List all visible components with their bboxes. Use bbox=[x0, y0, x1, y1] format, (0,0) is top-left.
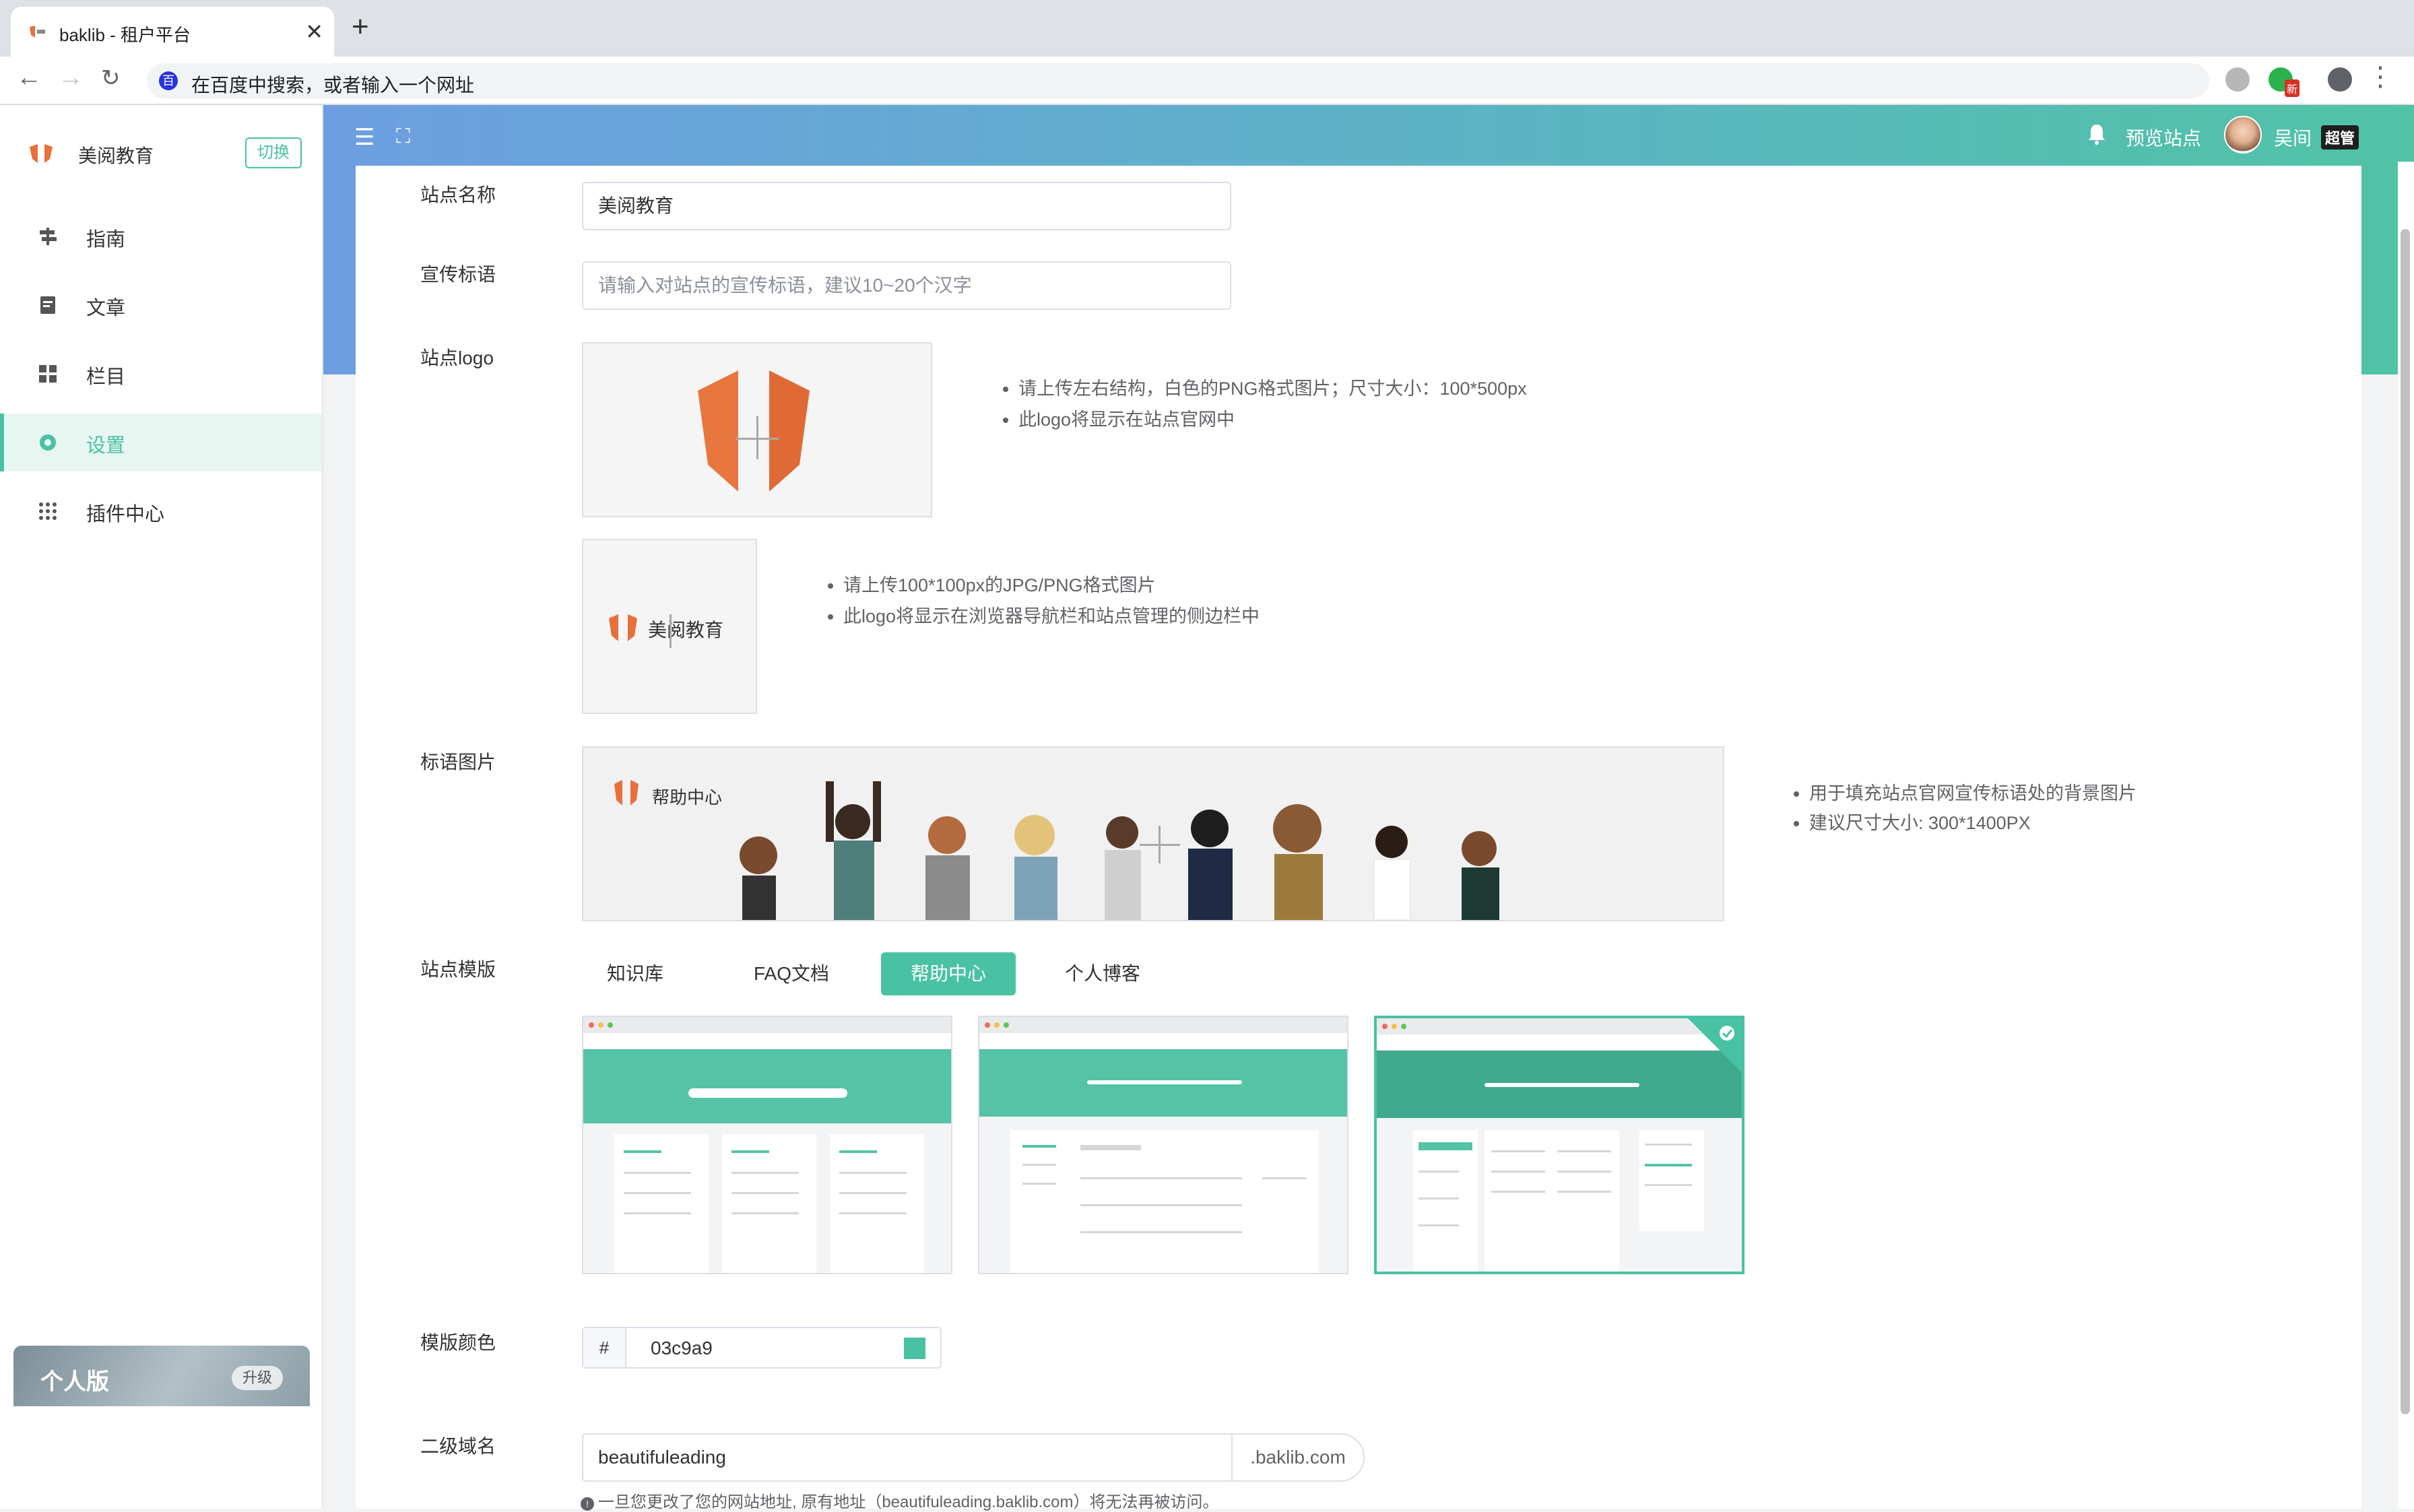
grid-icon bbox=[39, 365, 57, 383]
slogan-label: 宣传标语 bbox=[420, 264, 496, 285]
scrollbar-thumb[interactable] bbox=[2401, 229, 2410, 1414]
preview-site-link[interactable]: 预览站点 bbox=[2126, 124, 2201, 151]
tip-item: 用于填充站点官网宣传标语处的背景图片 bbox=[1809, 779, 2136, 808]
template-thumbnail[interactable] bbox=[978, 1016, 1348, 1274]
slogan-input[interactable]: 请输入对站点的宣传标语，建议10~20个汉字 bbox=[582, 261, 1231, 310]
favicon-text: 美阅教育 bbox=[648, 620, 724, 640]
brand-logo-large-icon bbox=[698, 370, 810, 492]
upload-plus-icon bbox=[1159, 826, 1161, 863]
upload-plus-icon bbox=[756, 416, 758, 459]
baidu-search-icon: 百 bbox=[159, 71, 178, 90]
profile-icon[interactable] bbox=[2328, 67, 2352, 92]
tip-item: 建议尺寸大小: 300*1400PX bbox=[1809, 808, 2136, 838]
color-label: 模版颜色 bbox=[420, 1332, 496, 1353]
role-badge: 超管 bbox=[2321, 125, 2359, 150]
sidebar-item-plugins[interactable]: 插件中心 bbox=[0, 482, 322, 540]
tip-item: 请上传左右结构，白色的PNG格式图片；尺寸大小：100*500px bbox=[1018, 373, 1527, 404]
template-thumbnail[interactable] bbox=[582, 1016, 952, 1274]
tip-item: 此logo将显示在浏览器导航栏和站点管理的侧边栏中 bbox=[843, 601, 1260, 632]
tab-help-center[interactable]: 帮助中心 bbox=[881, 952, 1016, 995]
tip-item: 请上传100*100px的JPG/PNG格式图片 bbox=[843, 570, 1260, 601]
subdomain-input[interactable]: beautifuleading .baklib.com bbox=[582, 1433, 1365, 1482]
fullscreen-icon[interactable]: ⛶ bbox=[396, 125, 410, 148]
sidebar-item-label: 栏目 bbox=[86, 366, 126, 388]
favicon-tips: 请上传100*100px的JPG/PNG格式图片 此logo将显示在浏览器导航栏… bbox=[820, 570, 1260, 632]
plan-card: 个人版 升级 bbox=[13, 1346, 310, 1406]
extension-chat-icon[interactable]: 新 bbox=[2269, 67, 2299, 97]
back-arrow-icon[interactable]: ← bbox=[16, 65, 42, 90]
sidebar-item-label: 指南 bbox=[86, 229, 126, 251]
user-avatar[interactable] bbox=[2224, 116, 2262, 154]
extension-badge: 新 bbox=[2284, 79, 2299, 97]
site-logo-label: 站点logo bbox=[420, 348, 494, 368]
signpost-icon bbox=[40, 228, 57, 245]
tab-personal-blog[interactable]: 个人博客 bbox=[1052, 952, 1153, 995]
template-thumbnail-selected[interactable] bbox=[1374, 1016, 1744, 1274]
baklib-favicon-icon bbox=[30, 26, 45, 38]
domain-label: 二级域名 bbox=[420, 1436, 496, 1457]
document-icon bbox=[40, 296, 55, 314]
tab-close-icon[interactable]: ✕ bbox=[305, 19, 323, 44]
brand-name: 美阅教育 bbox=[78, 145, 154, 166]
sidebar: 美阅教育 切换 指南 文章 栏目 设置 插件中心 个人版 升级 bbox=[0, 105, 323, 1509]
sidebar-item-label: 文章 bbox=[86, 298, 126, 319]
reload-icon[interactable]: ↻ bbox=[101, 67, 121, 90]
subdomain-value: beautifuleading bbox=[598, 1447, 726, 1468]
domain-suffix: .baklib.com bbox=[1231, 1435, 1363, 1480]
color-value: 03c9a9 bbox=[651, 1338, 713, 1358]
forward-arrow-icon[interactable]: → bbox=[58, 65, 84, 90]
brand-logo-small-icon bbox=[614, 780, 639, 806]
bell-icon[interactable] bbox=[2087, 123, 2107, 145]
logo-tips: 请上传左右结构，白色的PNG格式图片；尺寸大小：100*500px 此logo将… bbox=[996, 373, 1527, 435]
tab-knowledge-base[interactable]: 知识库 bbox=[586, 952, 684, 995]
plan-name: 个人版 bbox=[40, 1369, 109, 1395]
logo-upload[interactable] bbox=[582, 342, 932, 517]
sidebar-item-settings[interactable]: 设置 bbox=[0, 414, 322, 471]
new-tab-icon[interactable]: + bbox=[352, 12, 369, 42]
gear-icon bbox=[40, 434, 56, 451]
menu-toggle-icon[interactable]: ☰ bbox=[354, 124, 374, 151]
browser-tab-bar: baklib - 租户平台 ✕ + bbox=[0, 0, 2414, 57]
address-bar[interactable]: 百 在百度中搜索，或者输入一个网址 bbox=[147, 63, 2209, 98]
tab-title: baklib - 租户平台 bbox=[59, 25, 191, 45]
banner-tips: 用于填充站点官网宣传标语处的背景图片 建议尺寸大小: 300*1400PX bbox=[1786, 779, 2136, 838]
browser-tab[interactable]: baklib - 租户平台 ✕ bbox=[11, 7, 334, 57]
upgrade-button[interactable]: 升级 bbox=[232, 1366, 283, 1390]
banner-upload[interactable]: 帮助中心 bbox=[582, 746, 1724, 921]
sidebar-item-articles[interactable]: 文章 bbox=[0, 276, 322, 334]
banner-text: 帮助中心 bbox=[652, 787, 723, 808]
site-name-label: 站点名称 bbox=[420, 185, 496, 205]
tip-item: 此logo将显示在站点官网中 bbox=[1018, 404, 1527, 435]
address-placeholder: 在百度中搜索，或者输入一个网址 bbox=[191, 75, 475, 96]
tab-faq[interactable]: FAQ文档 bbox=[741, 952, 842, 995]
template-label: 站点模版 bbox=[420, 959, 496, 980]
info-icon: ! bbox=[581, 1497, 594, 1511]
sidebar-item-columns[interactable]: 栏目 bbox=[0, 345, 322, 403]
template-color-input[interactable]: # 03c9a9 bbox=[582, 1327, 942, 1369]
extension-globe-icon[interactable] bbox=[2225, 67, 2250, 92]
user-name[interactable]: 吴间 bbox=[2274, 124, 2312, 151]
banner-label: 标语图片 bbox=[420, 752, 496, 773]
browser-toolbar: ← → ↻ 百 在百度中搜索，或者输入一个网址 新 ⋮ bbox=[0, 57, 2414, 105]
brand-logo-small-icon bbox=[609, 614, 637, 641]
color-swatch[interactable] bbox=[904, 1338, 925, 1359]
brand-logo-icon bbox=[30, 144, 53, 163]
apps-icon bbox=[39, 502, 57, 520]
people-illustration bbox=[740, 781, 1499, 920]
color-prefix: # bbox=[583, 1328, 626, 1367]
sidebar-item-label: 设置 bbox=[86, 435, 126, 457]
favicon-upload[interactable]: 美阅教育 bbox=[582, 539, 757, 714]
browser-menu-icon[interactable]: ⋮ bbox=[2367, 63, 2394, 90]
upload-plus-icon bbox=[670, 614, 672, 648]
selected-check-icon bbox=[1688, 1018, 1742, 1072]
sidebar-item-label: 插件中心 bbox=[86, 504, 165, 525]
site-name-input[interactable]: 美阅教育 bbox=[582, 182, 1231, 230]
sidebar-item-guide[interactable]: 指南 bbox=[0, 207, 322, 265]
switch-site-button[interactable]: 切换 bbox=[245, 137, 302, 168]
